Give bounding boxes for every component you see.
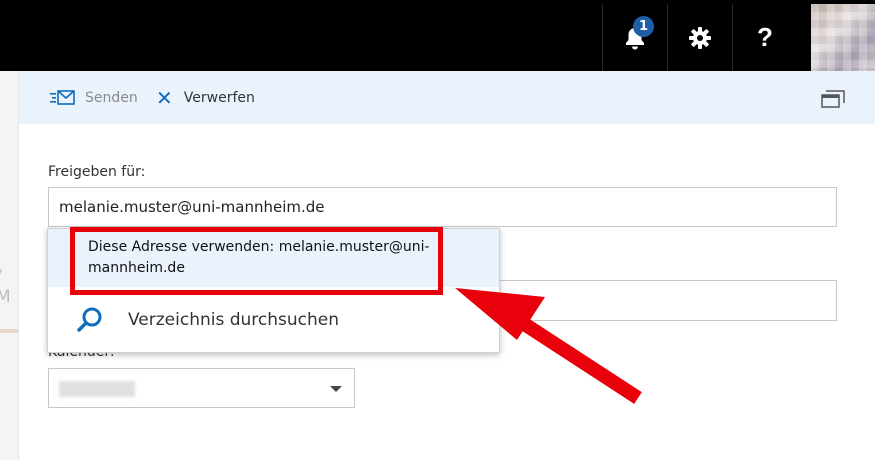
annotation-arrow (455, 288, 642, 404)
